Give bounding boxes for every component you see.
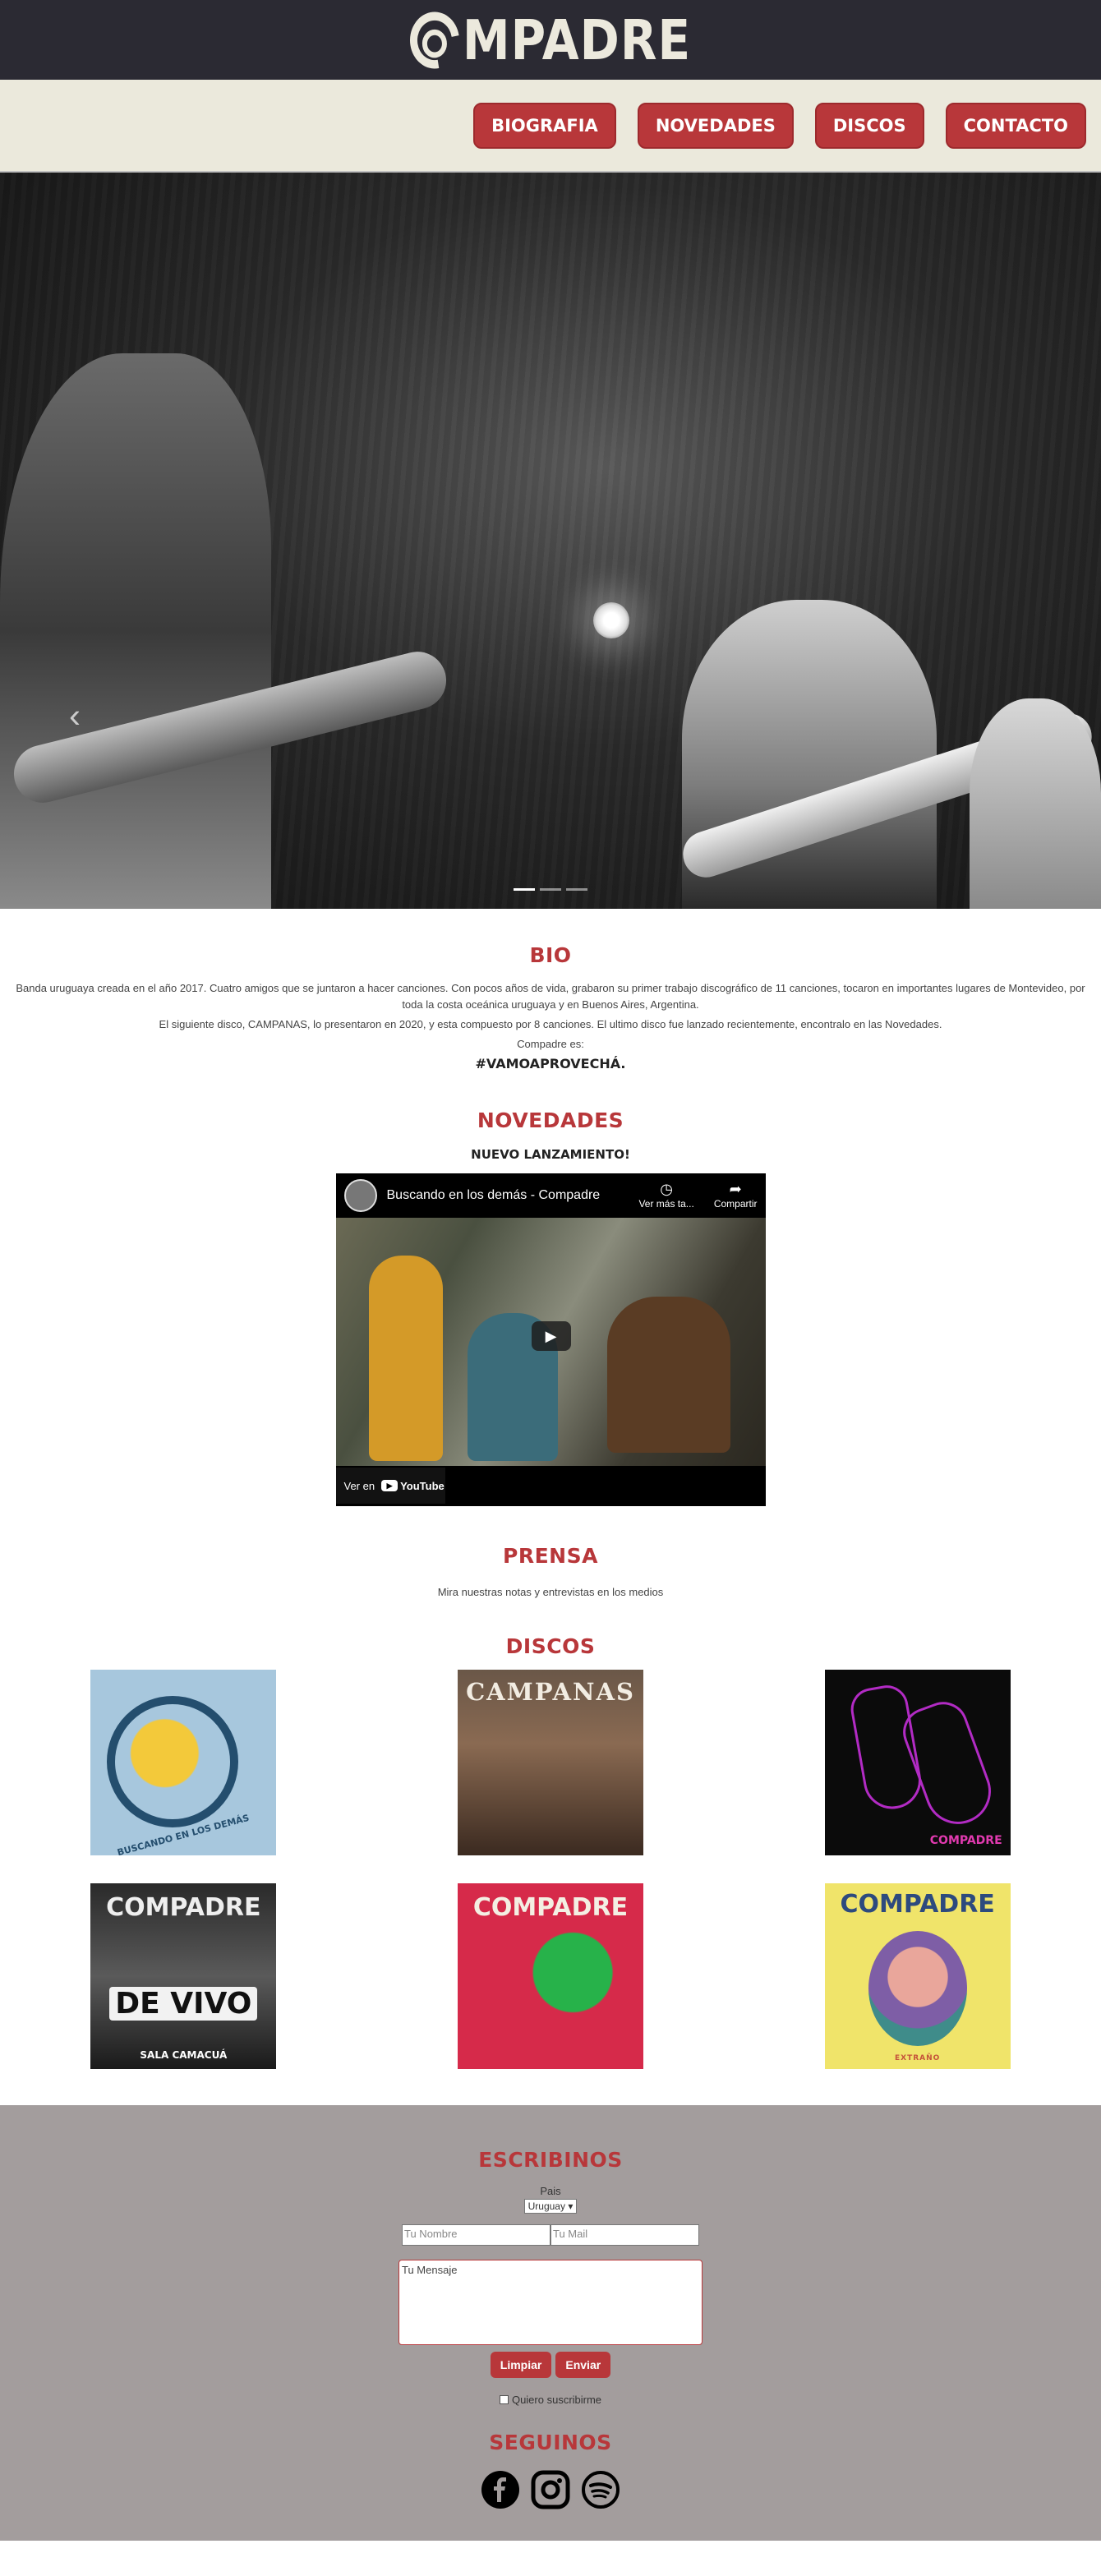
- mail-input[interactable]: Tu Mail: [550, 2224, 699, 2246]
- musician-guitarist: [970, 698, 1101, 909]
- logo-text: MPADRE: [462, 7, 692, 72]
- social-links: [0, 2469, 1101, 2509]
- message-textarea[interactable]: Tu Mensaje: [398, 2260, 703, 2345]
- nav-biografia[interactable]: BIOGRAFIA: [473, 102, 616, 149]
- watch-later-label: Ver más ta...: [638, 1198, 694, 1210]
- youtube-embed[interactable]: Buscando en los demás - Compadre ◷ Ver m…: [335, 1173, 766, 1506]
- subscribe-checkbox-row[interactable]: Quiero suscribirme: [0, 2394, 1101, 2406]
- album-title: CAMPANAS: [466, 1678, 635, 1706]
- name-input[interactable]: Tu Nombre: [402, 2224, 550, 2246]
- video-topbar: Buscando en los demás - Compadre ◷ Ver m…: [336, 1173, 766, 1218]
- watch-later-button[interactable]: ◷ Ver más ta...: [638, 1182, 693, 1210]
- send-button[interactable]: Enviar: [555, 2352, 611, 2378]
- nav-novedades[interactable]: NOVEDADES: [637, 102, 794, 149]
- prensa-section: PRENSA Mira nuestras notas y entrevistas…: [0, 1506, 1101, 1598]
- album-cover-campanas[interactable]: CAMPANAS: [457, 1670, 643, 1855]
- contact-section: ESCRIBINOS Pais Uruguay ▾ Tu Nombre Tu M…: [0, 2105, 1101, 2541]
- album-brand: COMPADRE: [840, 1890, 995, 1919]
- video-title[interactable]: Buscando en los demás - Compadre: [387, 1188, 601, 1203]
- bio-paragraph: El siguiente disco, CAMPANAS, lo present…: [159, 1018, 942, 1030]
- novedades-title: NOVEDADES: [477, 1108, 624, 1132]
- hero-carousel: ‹: [0, 173, 1101, 909]
- bio-title: BIO: [529, 943, 572, 967]
- play-icon: ▶: [545, 1327, 557, 1344]
- youtube-play-icon: ▶: [381, 1480, 398, 1491]
- contact-inputs: Tu Nombre Tu Mail: [0, 2224, 1101, 2246]
- youtube-wordmark: YouTube: [400, 1479, 445, 1492]
- album-cover-extrano[interactable]: COMPADRE EXTRAÑO: [824, 1883, 1011, 2069]
- carousel-indicator[interactable]: [514, 888, 535, 891]
- album-title: EXTRAÑO: [895, 2054, 941, 2062]
- nav-contacto[interactable]: CONTACTO: [945, 102, 1086, 149]
- bio-hashtag: #VAMOAPROVECHÁ.: [475, 1056, 626, 1071]
- album-cover-megaphone[interactable]: COMPADRE: [457, 1883, 643, 2069]
- spotify-icon[interactable]: [581, 2469, 621, 2509]
- bio-paragraph: Banda uruguaya creada en el año 2017. Cu…: [16, 982, 1085, 1011]
- magnifier-icon: [107, 1696, 239, 1827]
- subscribe-checkbox[interactable]: [499, 2395, 509, 2404]
- album-cover-de-vivo[interactable]: COMPADRE DE VIVO SALA CAMACUÁ: [90, 1883, 277, 2069]
- clear-button[interactable]: Limpiar: [490, 2352, 552, 2378]
- album-brand: COMPADRE: [472, 1893, 629, 1922]
- share-label: Compartir: [713, 1198, 758, 1210]
- play-button[interactable]: ▶: [531, 1321, 571, 1351]
- album-brand: COMPADRE: [106, 1893, 261, 1922]
- discos-section: DISCOS BUSCANDO EN LOS DEMÁS CAMPANAS CO…: [0, 1598, 1101, 2105]
- album-venue: SALA CAMACUÁ: [140, 2049, 228, 2061]
- prensa-title: PRENSA: [503, 1544, 598, 1568]
- video-figure: [606, 1297, 730, 1453]
- stage-light: [593, 602, 629, 638]
- top-bar: MPADRE: [0, 0, 1101, 80]
- album-grid: BUSCANDO EN LOS DEMÁS CAMPANAS COMPADRE …: [0, 1670, 1101, 2069]
- country-select[interactable]: Uruguay ▾: [523, 2199, 578, 2214]
- carousel-indicator[interactable]: [566, 888, 587, 891]
- subscribe-label: Quiero suscribirme: [511, 2394, 602, 2406]
- country-label: Pais: [540, 2185, 561, 2197]
- carousel-indicators: [514, 888, 587, 891]
- main-nav: BIOGRAFIA NOVEDADES DISCOS CONTACTO: [0, 80, 1101, 173]
- novedades-subtitle: NUEVO LANZAMIENTO!: [471, 1147, 630, 1162]
- share-icon: ➦: [729, 1181, 742, 1197]
- nav-discos[interactable]: DISCOS: [814, 102, 924, 149]
- album-brand: COMPADRE: [929, 1834, 1002, 1847]
- contact-title: ESCRIBINOS: [478, 2148, 623, 2172]
- discos-title: DISCOS: [505, 1634, 596, 1658]
- youtube-logo: ▶ YouTube: [381, 1480, 445, 1492]
- share-button[interactable]: ➦ Compartir: [714, 1182, 758, 1210]
- clock-icon: ◷: [660, 1181, 673, 1197]
- prensa-text[interactable]: Mira nuestras notas y entrevistas en los…: [0, 1586, 1101, 1598]
- logo-c-icon: [400, 0, 469, 80]
- album-title: DE VIVO: [109, 1987, 258, 2021]
- channel-avatar[interactable]: [343, 1179, 377, 1212]
- watch-on-label: Ver en: [343, 1479, 375, 1492]
- country-value: Uruguay: [527, 2200, 565, 2212]
- album-cover-sneakers[interactable]: COMPADRE: [824, 1670, 1011, 1855]
- site-header: MPADRE BIOGRAFIA NOVEDADES DISCOS CONTAC…: [0, 0, 1101, 173]
- novedades-section: NOVEDADES NUEVO LANZAMIENTO! Buscando en…: [0, 1072, 1101, 1506]
- face-illustration: [868, 1931, 967, 2046]
- form-buttons: Limpiar Enviar: [0, 2352, 1101, 2378]
- instagram-icon[interactable]: [531, 2469, 571, 2509]
- album-cover-buscando[interactable]: BUSCANDO EN LOS DEMÁS: [90, 1670, 277, 1855]
- bio-section: BIO Banda uruguaya creada en el año 2017…: [0, 909, 1101, 1072]
- chevron-down-icon: ▾: [568, 2200, 574, 2212]
- video-figure: [368, 1256, 443, 1461]
- carousel-prev-icon[interactable]: ‹: [69, 696, 81, 735]
- follow-title: SEGUINOS: [489, 2431, 612, 2454]
- carousel-indicator[interactable]: [540, 888, 561, 891]
- musician-harmonica: [0, 353, 271, 909]
- facebook-icon[interactable]: [481, 2469, 521, 2509]
- watch-on-youtube[interactable]: Ver en ▶ YouTube: [335, 1468, 445, 1504]
- brand-logo[interactable]: MPADRE: [400, 0, 692, 80]
- bio-paragraph: Compadre es:: [517, 1038, 584, 1050]
